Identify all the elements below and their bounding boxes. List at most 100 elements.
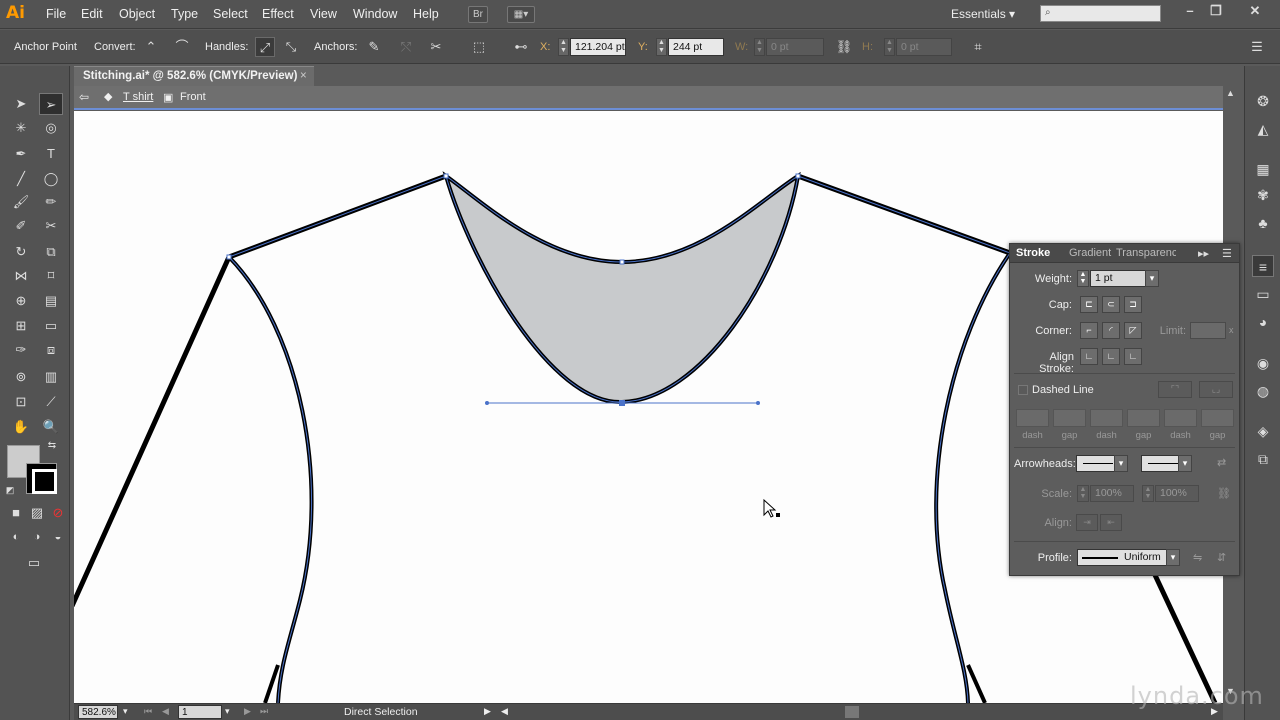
reference-point-icon[interactable]: ⊷ — [511, 37, 531, 57]
scale-end-field[interactable]: 100% — [1155, 485, 1199, 502]
paintbrush-tool-icon[interactable]: 🖌 — [9, 191, 33, 213]
gap-field-3[interactable] — [1201, 409, 1234, 427]
artboard-dropdown-icon[interactable]: ▾ — [225, 706, 230, 717]
cut-path-icon[interactable]: ✂ — [426, 37, 446, 57]
color-mode-icon[interactable]: ■ — [6, 503, 26, 523]
color-panel-icon[interactable]: ❂ — [1252, 90, 1274, 112]
arrow-tip-beyond-icon[interactable]: ⇥ — [1076, 514, 1098, 531]
w-stepper[interactable]: ▲ ▼ — [754, 38, 765, 56]
menu-select[interactable]: Select — [213, 7, 248, 21]
align-inside-icon[interactable]: ∟ — [1102, 348, 1120, 365]
gap-field-1[interactable] — [1053, 409, 1086, 427]
connect-anchors-icon[interactable]: ⤲ — [396, 37, 416, 57]
weight-field[interactable]: 1 pt — [1090, 270, 1150, 287]
h-stepper[interactable]: ▲ ▼ — [884, 38, 895, 56]
scissors-tool-icon[interactable]: ✂ — [39, 215, 63, 237]
stroke-swatch[interactable] — [26, 463, 57, 494]
round-join-icon[interactable]: ◜ — [1102, 322, 1120, 339]
w-field[interactable]: 0 pt — [766, 38, 824, 56]
color-guide-icon[interactable]: ◭ — [1252, 118, 1274, 140]
magic-wand-tool-icon[interactable]: ✳ — [9, 117, 33, 139]
bevel-join-icon[interactable]: ◸ — [1124, 322, 1142, 339]
ellipse-tool-icon[interactable]: ◯ — [39, 168, 63, 190]
type-tool-icon[interactable]: T — [39, 143, 63, 165]
screen-mode-icon[interactable]: ▭ — [22, 552, 46, 574]
link-scale-icon[interactable]: ⛓ — [1217, 487, 1231, 500]
stroke-panel-icon[interactable]: ≡ — [1252, 255, 1274, 277]
flip-across-icon[interactable]: ⇵ — [1217, 551, 1226, 564]
draw-behind-icon[interactable]: ◑ — [27, 527, 47, 547]
menu-effect[interactable]: Effect — [262, 7, 294, 21]
arrowhead-end-dropdown-icon[interactable]: ▾ — [1178, 455, 1192, 472]
dash-field-3[interactable] — [1164, 409, 1197, 427]
x-field[interactable]: 121.204 pt — [570, 38, 626, 56]
width-tool-icon[interactable]: ⋈ — [9, 265, 33, 287]
gradient-tool-icon[interactable]: ▭ — [39, 315, 63, 337]
x-stepper[interactable]: ▲ ▼ — [558, 38, 569, 56]
scale-start-field[interactable]: 100% — [1090, 485, 1134, 502]
h-field[interactable]: 0 pt — [896, 38, 952, 56]
maximize-icon[interactable]: ❐ — [1207, 3, 1225, 21]
document-tab[interactable]: Stitching.ai* @ 582.6% (CMYK/Preview) × — [74, 66, 314, 86]
scroll-left-icon[interactable]: ◀ — [501, 706, 508, 717]
tab-transparency[interactable]: Transparency — [1116, 247, 1176, 259]
status-menu-icon[interactable]: ▶ — [484, 706, 491, 717]
menu-help[interactable]: Help — [413, 7, 439, 21]
show-handles-icon[interactable]: ⤢ — [255, 37, 275, 57]
draw-inside-icon[interactable]: ◒ — [48, 527, 68, 547]
weight-dropdown-icon[interactable]: ▾ — [1145, 270, 1159, 287]
search-input[interactable]: ⌕ — [1040, 5, 1161, 22]
zoom-tool-icon[interactable]: 🔍 — [39, 416, 63, 438]
free-transform-tool-icon[interactable]: ⌑ — [39, 265, 63, 287]
blob-brush-tool-icon[interactable]: ✐ — [9, 215, 33, 237]
graphic-styles-icon[interactable]: ◍ — [1252, 380, 1274, 402]
last-artboard-icon[interactable]: ⏭ — [260, 706, 268, 717]
convert-corner-icon[interactable]: ⌃ — [141, 37, 161, 57]
bridge-button[interactable]: Br — [468, 6, 488, 23]
scale-end-stepper[interactable]: ▲ ▼ — [1142, 485, 1154, 502]
gap-field-2[interactable] — [1127, 409, 1160, 427]
swap-fill-stroke-icon[interactable]: ⇆ — [45, 439, 59, 453]
scale-tool-icon[interactable]: ⧉ — [39, 241, 63, 263]
artboard-tool-icon[interactable]: ⊡ — [9, 391, 33, 413]
back-arrow-icon[interactable]: ⇦ — [79, 90, 89, 104]
brushes-icon[interactable]: ✾ — [1252, 184, 1274, 206]
remove-anchor-icon[interactable]: ✎ — [364, 37, 384, 57]
slice-tool-icon[interactable]: ⟋ — [39, 391, 63, 413]
round-cap-icon[interactable]: ⊂ — [1102, 296, 1120, 313]
blend-tool-icon[interactable]: ⧈ — [39, 339, 63, 361]
dash-field-1[interactable] — [1016, 409, 1049, 427]
weight-stepper[interactable]: ▲ ▼ — [1077, 270, 1089, 287]
panel-menu-icon[interactable]: ☰ — [1222, 247, 1232, 260]
hand-tool-icon[interactable]: ✋ — [9, 416, 33, 438]
limit-field[interactable] — [1190, 322, 1226, 339]
menu-file[interactable]: File — [46, 7, 66, 21]
column-graph-tool-icon[interactable]: ▥ — [39, 366, 63, 388]
horizontal-scroll-thumb[interactable] — [845, 706, 859, 718]
butt-cap-icon[interactable]: ⊏ — [1080, 296, 1098, 313]
layers-icon[interactable]: ◈ — [1252, 420, 1274, 442]
profile-dropdown-icon[interactable]: ▾ — [1166, 549, 1180, 566]
scale-start-stepper[interactable]: ▲ ▼ — [1077, 485, 1089, 502]
y-stepper[interactable]: ▲ ▼ — [656, 38, 667, 56]
appearance-icon[interactable]: ◉ — [1252, 352, 1274, 374]
arrowhead-start-dropdown-icon[interactable]: ▾ — [1114, 455, 1128, 472]
tab-gradient[interactable]: Gradient — [1069, 247, 1111, 259]
flip-along-icon[interactable]: ⇋ — [1193, 551, 1202, 564]
zoom-dropdown-icon[interactable]: ▾ — [123, 706, 128, 717]
constrain-proportions-icon[interactable]: ⛓ — [834, 37, 854, 57]
symbols-icon[interactable]: ♣ — [1252, 212, 1274, 234]
arrow-tip-end-icon[interactable]: ⇤ — [1100, 514, 1122, 531]
artboard-number-field[interactable]: 1 — [178, 705, 222, 719]
dash-preserve-icon[interactable]: ⌜⌝ — [1158, 381, 1192, 398]
menu-view[interactable]: View — [310, 7, 337, 21]
transform-icon[interactable]: ⌗ — [968, 37, 988, 57]
workspace-switcher[interactable]: Essentials ▾ — [951, 7, 1015, 21]
gradient-panel-icon[interactable]: ▭ — [1252, 283, 1274, 305]
tab-stroke[interactable]: Stroke — [1016, 247, 1050, 259]
minimize-icon[interactable]: – — [1181, 3, 1199, 21]
swatches-icon[interactable]: ▦ — [1252, 158, 1274, 180]
dash-align-icon[interactable]: ⌞⌟ — [1199, 381, 1233, 398]
menu-type[interactable]: Type — [171, 7, 198, 21]
shape-builder-tool-icon[interactable]: ⊕ — [9, 290, 33, 312]
